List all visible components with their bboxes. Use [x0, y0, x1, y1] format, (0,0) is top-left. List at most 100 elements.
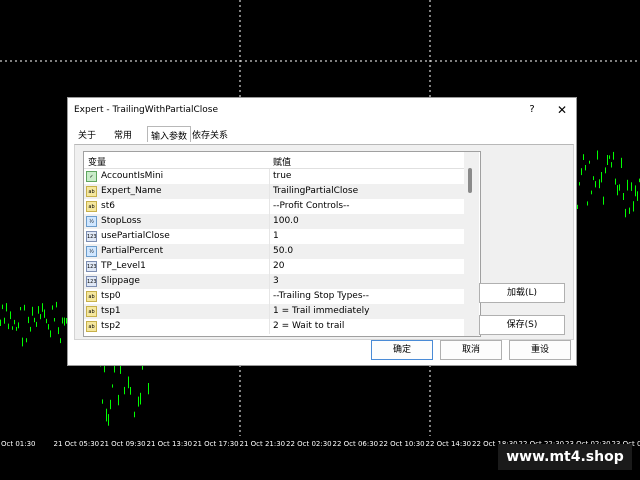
parameter-value[interactable]: --Profit Controls-- [273, 201, 350, 211]
vertical-scrollbar[interactable] [464, 152, 479, 336]
candle-bar [40, 314, 41, 320]
candle-bar [34, 317, 35, 323]
scrollbar-thumb[interactable] [468, 168, 472, 193]
table-row[interactable]: 123 Slippage 3 [84, 274, 464, 289]
parameter-name: TP_Level1 [101, 261, 146, 271]
double-icon: ½ [86, 216, 97, 227]
table-row[interactable]: ab tsp1 1 = Trail immediately [84, 304, 464, 319]
column-divider [269, 274, 270, 289]
table-row[interactable]: 123 usePartialClose 1 [84, 229, 464, 244]
parameter-value[interactable]: 1 [273, 231, 279, 241]
tab-dependencies[interactable]: 依存关系 [192, 128, 228, 141]
time-axis-label: 21 Oct 13:30 [146, 440, 193, 448]
parameter-value[interactable]: 3 [273, 276, 279, 286]
candle-bar [28, 316, 29, 324]
candle-bar [595, 181, 596, 188]
parameter-value[interactable]: 20 [273, 261, 284, 271]
header-variable[interactable]: 变量 [88, 155, 106, 168]
save-button[interactable]: 保存(S) [479, 315, 565, 335]
candle-bar [615, 178, 616, 185]
help-button[interactable]: ? [525, 102, 539, 118]
reset-button[interactable]: 重设 [509, 340, 571, 360]
candle-bar [102, 399, 103, 404]
string-icon: ab [86, 321, 97, 332]
column-divider [269, 319, 270, 334]
double-icon: ½ [86, 246, 97, 257]
parameter-value[interactable]: 2 = Wait to trail [273, 321, 344, 331]
candle-bar [30, 326, 31, 332]
table-row[interactable]: ½ PartialPercent 50.0 [84, 244, 464, 259]
watermark: www.mt4.shop [498, 444, 632, 470]
time-axis-label: Oct 01:30 [1, 440, 36, 448]
candle-bar [110, 399, 111, 410]
candle-bar [54, 318, 55, 322]
parameters-table: 变量 赋值 ✓ AccountIsMini true ab Expert_Name Tra… [83, 151, 481, 337]
int-icon: 123 [86, 261, 97, 272]
candle-bar [591, 190, 592, 195]
parameter-value[interactable]: true [273, 171, 291, 181]
candle-bar [128, 376, 129, 389]
table-row[interactable]: ✓ AccountIsMini true [84, 169, 464, 184]
tab-inputs[interactable]: 输入参数 [147, 126, 192, 142]
candle-bar [50, 330, 51, 338]
candle-bar [629, 207, 630, 214]
parameter-value[interactable]: TrailingPartialClose [273, 186, 358, 196]
parameter-name: tsp2 [101, 321, 121, 331]
table-row[interactable]: ab st6 --Profit Controls-- [84, 199, 464, 214]
table-row[interactable]: ½ StopLoss 100.0 [84, 214, 464, 229]
load-button[interactable]: 加载(L) [479, 283, 565, 303]
candle-bar [619, 184, 620, 191]
parameter-name: Expert_Name [101, 186, 162, 196]
parameter-name: tsp1 [101, 306, 121, 316]
parameter-value[interactable]: --Trailing Stop Types-- [273, 291, 369, 301]
candle-bar [114, 365, 115, 373]
candle-bar [56, 301, 57, 308]
candle-bar [587, 201, 588, 206]
candle-bar [583, 154, 584, 160]
candle-bar [631, 182, 632, 191]
candle-bar [2, 304, 3, 310]
parameter-value[interactable]: 1 = Trail immediately [273, 306, 369, 316]
candle-bar [18, 322, 19, 329]
candle-bar [134, 411, 135, 418]
dialog-titlebar[interactable]: Expert - TrailingWithPartialClose ? ✕ [68, 98, 576, 122]
candle-bar [106, 408, 107, 422]
tab-common[interactable]: 常用 [114, 128, 132, 141]
parameter-value[interactable]: 100.0 [273, 216, 299, 226]
cancel-button[interactable]: 取消 [440, 340, 502, 360]
table-row[interactable]: 123 TP_Level1 20 [84, 259, 464, 274]
candle-bar [48, 324, 49, 330]
parameter-name: Slippage [101, 276, 140, 286]
table-row[interactable]: ab Expert_Name TrailingPartialClose [84, 184, 464, 199]
parameter-value[interactable]: 50.0 [273, 246, 293, 256]
int-icon: 123 [86, 231, 97, 242]
table-row[interactable]: ab tsp0 --Trailing Stop Types-- [84, 289, 464, 304]
header-value[interactable]: 赋值 [273, 155, 291, 168]
candle-bar [60, 338, 61, 344]
time-axis-label: 21 Oct 21:30 [239, 440, 286, 448]
candle-bar [581, 168, 582, 176]
time-axis-label: 22 Oct 10:30 [379, 440, 425, 448]
string-icon: ab [86, 291, 97, 302]
candle-bar [26, 338, 27, 343]
parameter-name: PartialPercent [101, 246, 164, 256]
dialog-title: Expert - TrailingWithPartialClose [74, 105, 219, 115]
tab-about[interactable]: 关于 [78, 128, 96, 141]
parameter-name: st6 [101, 201, 115, 211]
candle-bar [130, 387, 131, 395]
close-button[interactable]: ✕ [555, 102, 569, 118]
candle-bar [58, 327, 59, 335]
candle-bar [138, 396, 139, 407]
candle-bar [118, 394, 119, 406]
table-row[interactable]: ab tsp2 2 = Wait to trail [84, 319, 464, 334]
candle-bar [38, 306, 39, 314]
ok-button[interactable]: 确定 [371, 340, 433, 360]
column-divider [269, 289, 270, 304]
candle-bar [625, 208, 626, 218]
candle-bar [108, 414, 109, 426]
column-divider [269, 184, 270, 199]
column-divider [269, 169, 270, 184]
time-axis-label: 22 Oct 06:30 [332, 440, 379, 448]
time-axis-label: 21 Oct 09:30 [100, 440, 146, 448]
parameter-name: usePartialClose [101, 231, 170, 241]
